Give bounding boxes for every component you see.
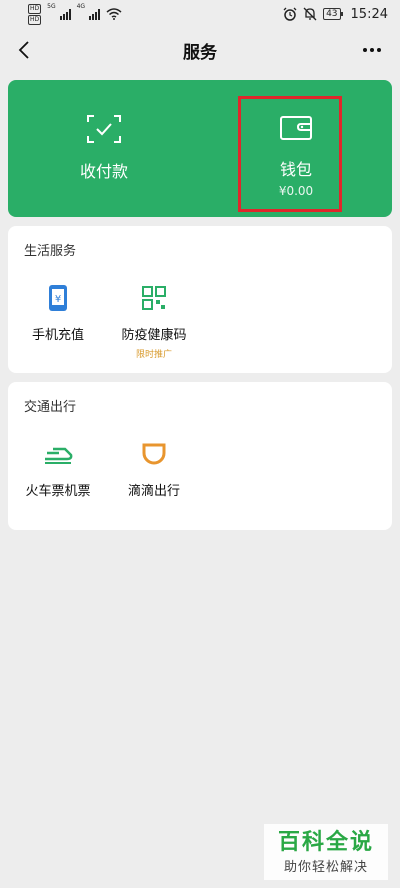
- net1-label: 5G: [47, 2, 56, 10]
- promo-badge: 限时推广: [135, 350, 172, 360]
- wifi-icon: [106, 8, 122, 20]
- watermark-subtitle: 助你轻松解决: [283, 859, 368, 875]
- more-dot-icon: [363, 48, 367, 52]
- scan-check-icon: [87, 115, 121, 143]
- more-button[interactable]: [356, 34, 388, 66]
- status-bar: HD HD 5G 4G 43 15:24: [0, 0, 400, 28]
- sim-badges: HD HD: [28, 3, 42, 25]
- alarm-icon: [283, 7, 297, 21]
- watermark-title: 百科全说: [277, 829, 374, 855]
- wallet-button[interactable]: 钱包 ¥0.00: [200, 80, 392, 217]
- didi-icon: [138, 438, 170, 470]
- didi-label: 滴滴出行: [127, 484, 180, 499]
- wallet-icon: [280, 116, 312, 140]
- receive-pay-button[interactable]: 收付款: [8, 80, 200, 217]
- life-services-card: 生活服务 ¥ 手机充值 防疫健康码 限时推广: [8, 226, 392, 373]
- pay-card: 收付款 钱包 ¥0.00: [8, 80, 392, 217]
- health-code-tile[interactable]: 防疫健康码 限时推广: [104, 282, 204, 360]
- sim2-badge: HD: [28, 14, 42, 25]
- health-code-label: 防疫健康码: [121, 328, 187, 343]
- sim1-badge: HD: [28, 3, 42, 14]
- watermark: 百科全说 助你轻松解决: [264, 824, 388, 880]
- transport-card: 交通出行 火车票机票 滴滴出行: [8, 382, 392, 530]
- back-button[interactable]: [8, 34, 40, 66]
- signal1-icon: [59, 8, 71, 20]
- net2-label: 4G: [76, 2, 86, 10]
- qr-code-icon: [138, 282, 170, 314]
- phone-recharge-label: 手机充值: [31, 328, 84, 343]
- more-dot-icon: [370, 48, 374, 52]
- nav-bar: 服务: [0, 28, 400, 72]
- train-flight-tile[interactable]: 火车票机票: [8, 438, 108, 499]
- transport-title: 交通出行: [24, 400, 77, 415]
- status-right: 43 15:24: [283, 7, 388, 22]
- more-dot-icon: [377, 48, 381, 52]
- signal2-icon: [89, 8, 101, 20]
- receive-pay-label: 收付款: [79, 162, 128, 181]
- wallet-amount: ¥0.00: [278, 184, 314, 198]
- phone-recharge-tile[interactable]: ¥ 手机充值: [8, 282, 108, 343]
- chevron-left-icon: [18, 41, 29, 59]
- battery-icon: 43: [323, 8, 344, 20]
- status-time: 15:24: [350, 6, 388, 22]
- status-left: HD HD 5G 4G: [28, 2, 122, 25]
- train-flight-label: 火车票机票: [25, 484, 91, 499]
- mute-bell-icon: [303, 7, 317, 21]
- wallet-label: 钱包: [279, 160, 312, 179]
- svg-text:¥: ¥: [55, 294, 61, 305]
- page-title: 服务: [183, 42, 217, 63]
- train-icon: [42, 438, 74, 470]
- phone-recharge-icon: ¥: [42, 282, 74, 314]
- didi-tile[interactable]: 滴滴出行: [104, 438, 204, 499]
- life-services-title: 生活服务: [24, 244, 77, 259]
